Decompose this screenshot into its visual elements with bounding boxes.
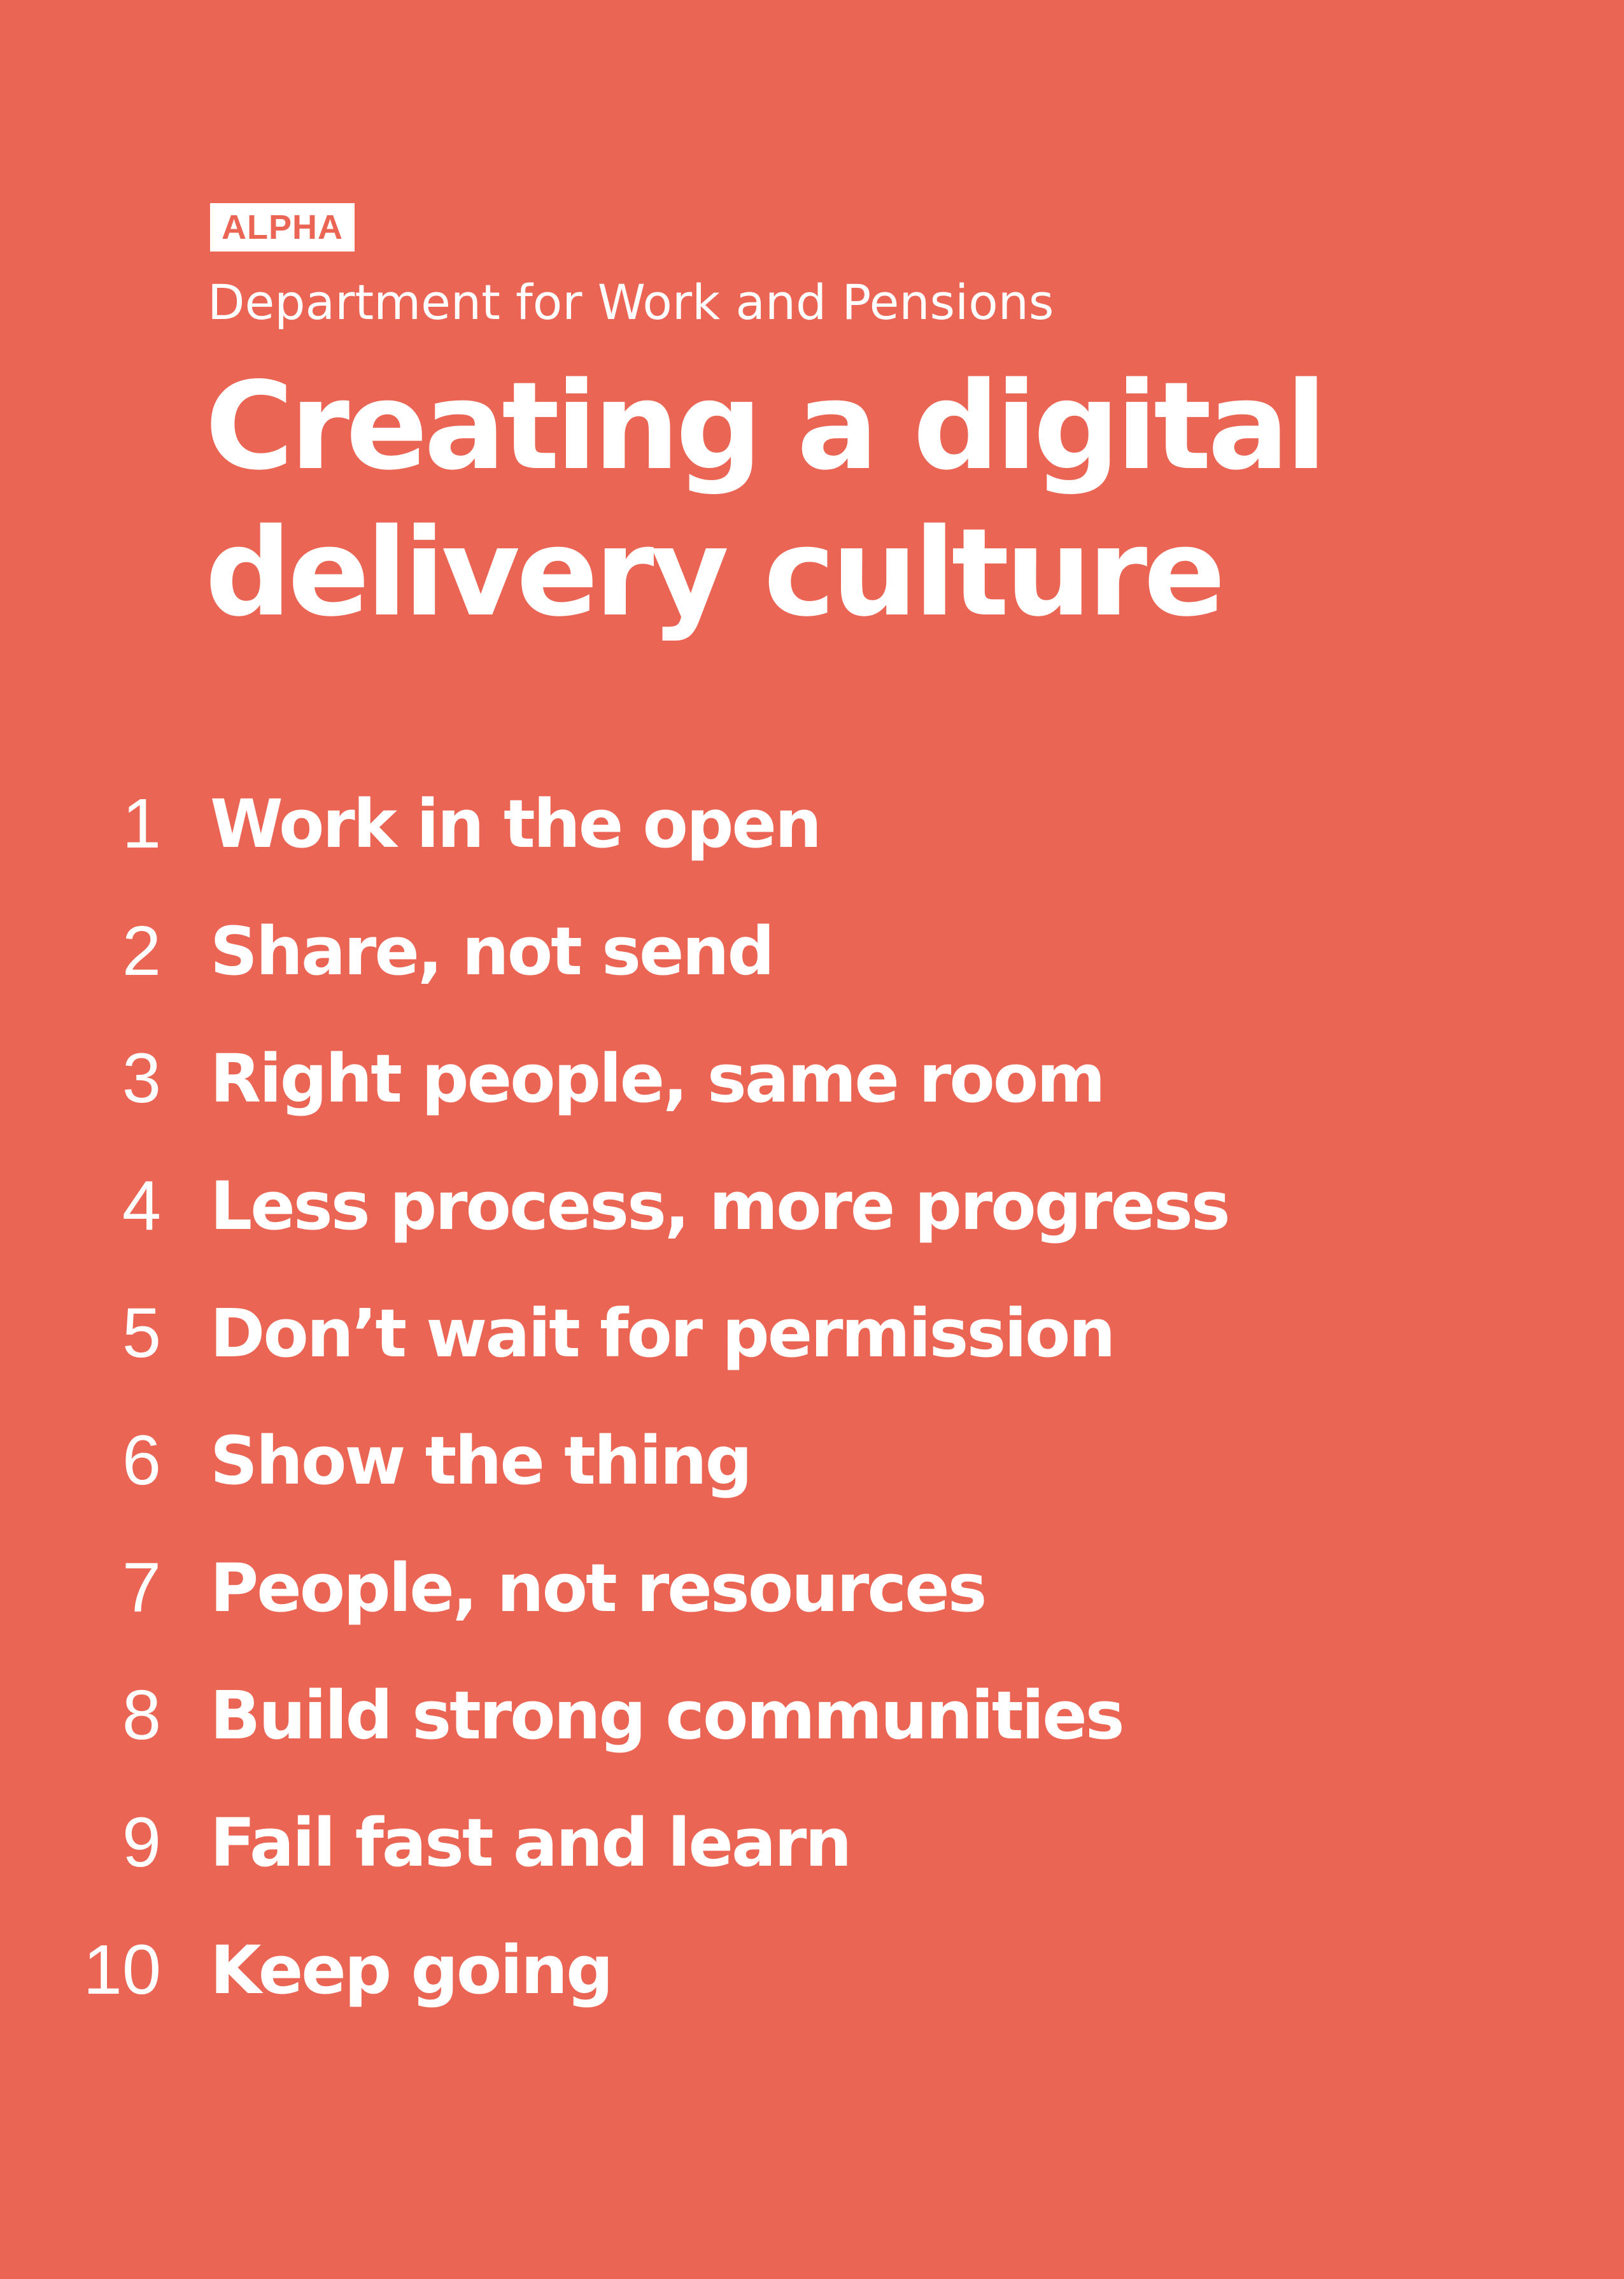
principle-number: 10 [83, 1931, 161, 2009]
principles-list: 1 Work in the open 2 Share, not send 3 R… [0, 776, 1401, 2050]
principle-text: Show the thing [210, 1422, 752, 1500]
principle-text: Build strong communities [210, 1677, 1125, 1754]
principle-item-10: 10 Keep going [0, 1922, 1401, 2050]
principle-item-4: 4 Less process, more progress [0, 1158, 1401, 1286]
principle-item-1: 1 Work in the open [0, 776, 1401, 904]
principle-number: 7 [122, 1549, 161, 1627]
principle-text: Share, not send [210, 912, 775, 990]
principle-item-3: 3 Right people, same room [0, 1031, 1401, 1158]
principle-number: 1 [122, 785, 161, 863]
principle-number: 9 [122, 1803, 161, 1882]
principle-text: Less process, more progress [210, 1167, 1231, 1245]
department-name: Department for Work and Pensions [208, 274, 1054, 330]
principle-number: 2 [122, 912, 161, 990]
principle-number: 6 [122, 1421, 161, 1500]
title-line-2: delivery culture [205, 502, 1225, 643]
principle-text: Work in the open [210, 785, 822, 863]
principle-number: 8 [122, 1676, 161, 1754]
principle-text: People, not resources [210, 1549, 987, 1627]
principle-text: Right people, same room [210, 1040, 1106, 1118]
principle-number: 3 [122, 1039, 161, 1118]
principle-number: 4 [122, 1167, 161, 1245]
principle-text: Keep going [210, 1931, 614, 2009]
poster: ALPHA Department for Work and Pensions C… [0, 0, 1624, 2279]
principle-item-2: 2 Share, not send [0, 904, 1401, 1031]
principle-item-7: 7 People, not resources [0, 1540, 1401, 1668]
page-title: Creating a digital delivery culture [205, 353, 1351, 646]
principle-item-9: 9 Fail fast and learn [0, 1795, 1401, 1922]
principle-item-6: 6 Show the thing [0, 1413, 1401, 1540]
principle-item-5: 5 Don’t wait for permission [0, 1286, 1401, 1413]
principle-text: Fail fast and learn [210, 1804, 852, 1882]
principle-item-8: 8 Build strong communities [0, 1668, 1401, 1795]
principle-text: Don’t wait for permission [210, 1295, 1115, 1372]
principle-number: 5 [122, 1294, 161, 1372]
title-line-1: Creating a digital [205, 356, 1327, 497]
alpha-badge: ALPHA [210, 203, 355, 252]
